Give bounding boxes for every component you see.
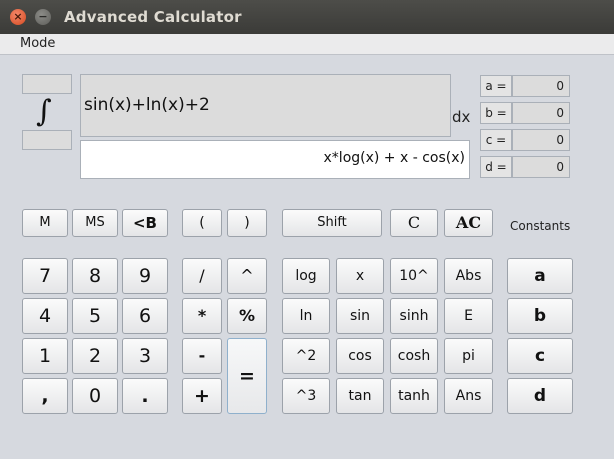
minus-button[interactable]: - bbox=[182, 338, 222, 374]
const-c-value[interactable]: 0 bbox=[512, 129, 570, 151]
window-title: Advanced Calculator bbox=[64, 8, 242, 26]
abs-button[interactable]: Abs bbox=[444, 258, 493, 294]
cube-button[interactable]: ^3 bbox=[282, 378, 330, 414]
open-paren-button[interactable]: ( bbox=[182, 209, 222, 237]
const-a-label: a = bbox=[480, 75, 512, 97]
digit-5-button[interactable]: 5 bbox=[72, 298, 118, 334]
digit-3-button[interactable]: 3 bbox=[122, 338, 168, 374]
memory-store-button[interactable]: MS bbox=[72, 209, 118, 237]
const-d-value[interactable]: 0 bbox=[512, 156, 570, 178]
const-a-value[interactable]: 0 bbox=[512, 75, 570, 97]
plus-button[interactable]: + bbox=[182, 378, 222, 414]
upper-limit-field[interactable] bbox=[22, 74, 72, 94]
calculator-window: × − Advanced Calculator Mode ∫ sin(x)+ln… bbox=[0, 0, 614, 459]
backspace-button[interactable]: <B bbox=[122, 209, 168, 237]
square-button[interactable]: ^2 bbox=[282, 338, 330, 374]
equals-button[interactable]: = bbox=[227, 338, 267, 414]
decimal-point-button[interactable]: . bbox=[122, 378, 168, 414]
const-b-value[interactable]: 0 bbox=[512, 102, 570, 124]
multiply-button[interactable]: * bbox=[182, 298, 222, 334]
sin-button[interactable]: sin bbox=[336, 298, 384, 334]
digit-7-button[interactable]: 7 bbox=[22, 258, 68, 294]
const-a-button[interactable]: a bbox=[507, 258, 573, 294]
tanh-button[interactable]: tanh bbox=[390, 378, 438, 414]
menu-mode[interactable]: Mode bbox=[20, 36, 55, 51]
dx-label: dx bbox=[452, 108, 471, 126]
const-b-button[interactable]: b bbox=[507, 298, 573, 334]
x-variable-button[interactable]: x bbox=[336, 258, 384, 294]
clear-button[interactable]: C bbox=[390, 209, 438, 237]
expression-field[interactable]: sin(x)+ln(x)+2 bbox=[80, 74, 451, 137]
title-bar: × − Advanced Calculator bbox=[0, 0, 614, 35]
constants-label: Constants bbox=[510, 219, 571, 233]
digit-0-button[interactable]: 0 bbox=[72, 378, 118, 414]
cos-button[interactable]: cos bbox=[336, 338, 384, 374]
percent-button[interactable]: % bbox=[227, 298, 267, 334]
pi-button[interactable]: pi bbox=[444, 338, 493, 374]
const-b-label: b = bbox=[480, 102, 512, 124]
const-d-button[interactable]: d bbox=[507, 378, 573, 414]
digit-8-button[interactable]: 8 bbox=[72, 258, 118, 294]
comma-button[interactable]: , bbox=[22, 378, 68, 414]
power-button[interactable]: ^ bbox=[227, 258, 267, 294]
ln-button[interactable]: ln bbox=[282, 298, 330, 334]
digit-4-button[interactable]: 4 bbox=[22, 298, 68, 334]
lower-limit-field[interactable] bbox=[22, 130, 72, 150]
log-button[interactable]: log bbox=[282, 258, 330, 294]
digit-9-button[interactable]: 9 bbox=[122, 258, 168, 294]
digit-6-button[interactable]: 6 bbox=[122, 298, 168, 334]
digit-2-button[interactable]: 2 bbox=[72, 338, 118, 374]
close-paren-button[interactable]: ) bbox=[227, 209, 267, 237]
minimize-icon[interactable]: − bbox=[35, 9, 51, 25]
e-button[interactable]: E bbox=[444, 298, 493, 334]
digit-1-button[interactable]: 1 bbox=[22, 338, 68, 374]
tan-button[interactable]: tan bbox=[336, 378, 384, 414]
ten-power-button[interactable]: 10^ bbox=[390, 258, 438, 294]
cosh-button[interactable]: cosh bbox=[390, 338, 438, 374]
result-field[interactable]: x*log(x) + x - cos(x) bbox=[80, 140, 470, 179]
memory-button[interactable]: M bbox=[22, 209, 68, 237]
sinh-button[interactable]: sinh bbox=[390, 298, 438, 334]
const-c-button[interactable]: c bbox=[507, 338, 573, 374]
integral-icon: ∫ bbox=[36, 94, 52, 129]
ans-button[interactable]: Ans bbox=[444, 378, 493, 414]
close-icon[interactable]: × bbox=[10, 9, 26, 25]
divide-button[interactable]: / bbox=[182, 258, 222, 294]
menu-bar: Mode bbox=[0, 34, 614, 55]
shift-button[interactable]: Shift bbox=[282, 209, 382, 237]
all-clear-button[interactable]: AC bbox=[444, 209, 493, 237]
const-d-label: d = bbox=[480, 156, 512, 178]
const-c-label: c = bbox=[480, 129, 512, 151]
